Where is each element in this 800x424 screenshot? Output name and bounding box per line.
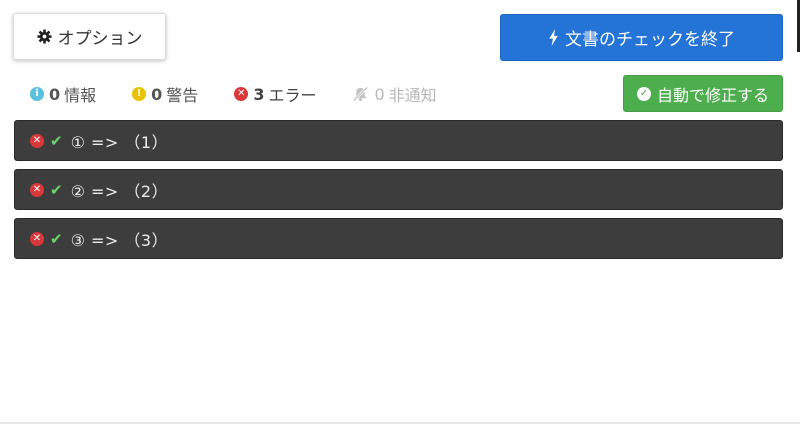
gear-icon bbox=[36, 29, 52, 44]
warning-label: 警告 bbox=[166, 86, 199, 105]
lightning-bolt-icon bbox=[549, 29, 558, 46]
x-circle-icon[interactable]: ✕ bbox=[30, 133, 44, 148]
checkmark-icon[interactable]: ✔ bbox=[50, 132, 63, 150]
error-label: エラー bbox=[268, 86, 317, 105]
error-row-text: ③ => （3） bbox=[70, 230, 169, 250]
finish-check-button[interactable]: 文書のチェックを終了 bbox=[500, 14, 783, 61]
error-count: 3 bbox=[253, 84, 265, 104]
x-circle-icon[interactable]: ✕ bbox=[30, 231, 44, 246]
x-circle-icon[interactable]: ✕ bbox=[30, 182, 44, 197]
error-row[interactable]: ✕ ✔ ① => （1） bbox=[14, 120, 783, 161]
warning-count: 0 bbox=[151, 84, 163, 104]
muted-label: 非通知 bbox=[388, 86, 437, 105]
autofix-label: 自動で修正する bbox=[656, 85, 769, 105]
error-row[interactable]: ✕ ✔ ② => （2） bbox=[14, 169, 783, 210]
x-circle-icon: ✕ bbox=[234, 87, 249, 101]
error-row-text: ① => （1） bbox=[70, 132, 169, 152]
options-button[interactable]: オプション bbox=[13, 13, 166, 60]
bell-slash-icon bbox=[353, 86, 369, 102]
autofix-button[interactable]: ✓ 自動で修正する bbox=[623, 75, 783, 112]
info-count: 0 bbox=[49, 84, 61, 104]
error-row-text: ② => （2） bbox=[70, 181, 169, 201]
filter-error[interactable]: ✕ 3 エラー bbox=[234, 82, 316, 106]
error-list: ✕ ✔ ① => （1） ✕ ✔ ② => （2） ✕ ✔ ③ => （3） bbox=[14, 120, 783, 267]
exclamation-circle-icon: ! bbox=[132, 87, 147, 101]
filter-bar: i 0 情報 ! 0 警告 ✕ 3 エラー 0 非通知 bbox=[30, 81, 473, 107]
options-label: オプション bbox=[57, 29, 143, 49]
info-label: 情報 bbox=[64, 86, 97, 105]
finish-check-label: 文書のチェックを終了 bbox=[565, 30, 735, 50]
filter-warning[interactable]: ! 0 警告 bbox=[132, 82, 198, 106]
filter-info[interactable]: i 0 情報 bbox=[30, 82, 96, 106]
check-circle-icon: ✓ bbox=[636, 86, 651, 101]
checkmark-icon[interactable]: ✔ bbox=[50, 181, 63, 199]
checkmark-icon[interactable]: ✔ bbox=[50, 230, 63, 248]
info-circle-icon: i bbox=[30, 87, 44, 101]
muted-count: 0 bbox=[374, 84, 385, 104]
error-row[interactable]: ✕ ✔ ③ => （3） bbox=[14, 218, 783, 259]
filter-muted[interactable]: 0 非通知 bbox=[352, 82, 437, 106]
